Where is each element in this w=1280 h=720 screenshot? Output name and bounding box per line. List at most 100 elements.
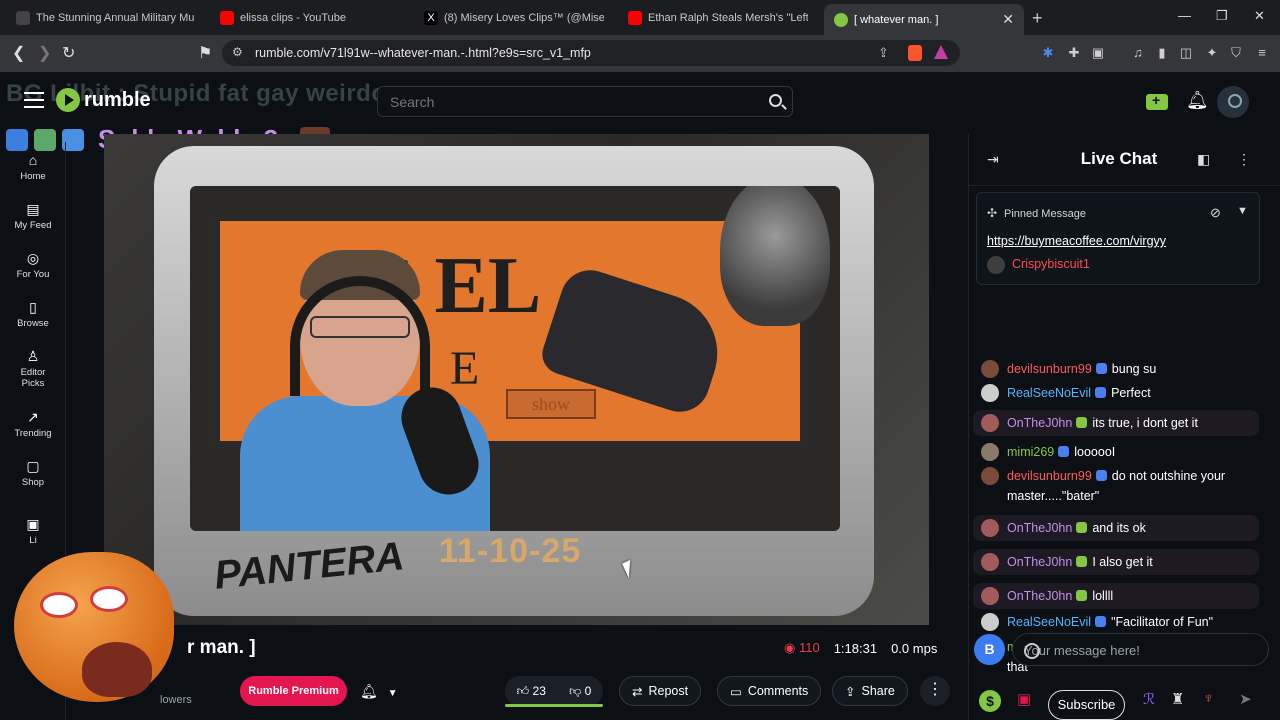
- subscribe-button[interactable]: Subscribe: [1048, 690, 1125, 720]
- wallet-icon[interactable]: ◫: [1178, 45, 1194, 61]
- home-icon: ⌂: [28, 152, 38, 168]
- video-frame: S EL E show 30: [190, 186, 840, 531]
- youtube-icon: [628, 10, 642, 25]
- chat-username[interactable]: mimi269: [1007, 445, 1054, 459]
- sidebar-item-label: Shop: [21, 477, 45, 488]
- chat-menu-icon[interactable]: ⋮: [1237, 151, 1251, 168]
- bookmark-icon[interactable]: ⚑: [198, 43, 212, 63]
- site-info-icon[interactable]: ⚙: [232, 45, 243, 59]
- send-icon[interactable]: ➤: [1239, 690, 1252, 708]
- user-avatar[interactable]: [1217, 86, 1249, 118]
- stream-stats: ◉ 110 1:18:31 0.0 mps: [784, 640, 937, 656]
- browse-icon: ▯: [29, 299, 37, 315]
- user-badge-icon: [1076, 590, 1088, 601]
- sidebar-item-home[interactable]: ⌂ Home: [0, 152, 66, 182]
- emoji-icon[interactable]: [1024, 643, 1040, 659]
- browser-tab-4[interactable]: Ethan Ralph Steals Mersh's "Leftover: [618, 4, 818, 31]
- sidebar-item-for-you[interactable]: ◎ For You: [0, 250, 66, 280]
- brave-shield-icon[interactable]: [908, 45, 922, 61]
- rant-icon[interactable]: $: [979, 690, 1001, 712]
- sidebar-item-trending[interactable]: ↗ Trending: [0, 409, 66, 439]
- vpn-icon[interactable]: ⛉: [1228, 45, 1244, 61]
- chat-username[interactable]: devilsunburn99: [1007, 469, 1092, 483]
- chat-message: RealSeeNoEvil Perfect: [981, 383, 1261, 403]
- screenshot-icon[interactable]: ▣: [1090, 45, 1106, 61]
- editor-picks-icon: ♙: [26, 348, 40, 364]
- comments-button[interactable]: ▭ Comments: [717, 676, 822, 706]
- brave-rewards-icon[interactable]: [934, 45, 948, 59]
- search-icon[interactable]: [769, 94, 782, 107]
- more-options-icon[interactable]: ⋮: [920, 676, 950, 706]
- trending-icon: ↗: [27, 409, 39, 425]
- chat-username[interactable]: RealSeeNoEvil: [1007, 386, 1091, 400]
- user-badge-icon: [1095, 363, 1107, 374]
- maximize-icon[interactable]: ❐: [1216, 8, 1228, 24]
- sidebar-item-shop[interactable]: ▢ Shop: [0, 458, 66, 488]
- notification-bell-dropdown[interactable]: 🔔︎ ▼: [360, 683, 398, 700]
- close-icon[interactable]: ✕: [1002, 11, 1014, 28]
- chat-username[interactable]: RealSeeNoEvil: [1007, 615, 1091, 629]
- address-bar[interactable]: ⚙ rumble.com/v71l91w--whatever-man.-.htm…: [222, 40, 960, 66]
- browser-tab-active[interactable]: [ whatever man. ] ✕: [824, 4, 1024, 35]
- video-player[interactable]: S EL E show 30 11-10-25 PANTERA: [104, 134, 929, 625]
- gift-icon[interactable]: ▣: [1017, 690, 1031, 708]
- browser-tab-2[interactable]: elissa clips - YouTube: [210, 4, 410, 31]
- emote-icon[interactable]: ♆: [1203, 690, 1214, 707]
- pinned-user[interactable]: Crispybiscuit1: [1012, 257, 1090, 271]
- back-icon[interactable]: ❮: [12, 43, 25, 63]
- pinned-link[interactable]: https://buymeacoffee.com/virgyy: [987, 234, 1166, 248]
- chat-message-input[interactable]: Your message here!: [1012, 633, 1269, 666]
- puzzle-icon[interactable]: ✚: [1066, 45, 1082, 61]
- thumbs-up-icon: 👍︎: [516, 683, 530, 698]
- share-button[interactable]: ⇪ Share: [832, 676, 908, 706]
- sidebar-item-label: Home: [20, 171, 46, 182]
- badge-icon[interactable]: ℛ: [1143, 690, 1155, 708]
- rumble-logo[interactable]: rumble: [56, 88, 151, 112]
- share-icon[interactable]: ⇪: [878, 45, 889, 61]
- search-box[interactable]: [377, 86, 793, 117]
- like-count: 23: [532, 683, 546, 698]
- music-icon[interactable]: ♫: [1130, 45, 1146, 61]
- chat-username[interactable]: OnTheJ0hn: [1007, 416, 1072, 430]
- close-window-icon[interactable]: ✕: [1254, 8, 1265, 24]
- chat-username[interactable]: OnTheJ0hn: [1007, 555, 1072, 569]
- browser-tab-3[interactable]: X (8) Misery Loves Clips™ (@MiseryClip: [414, 4, 614, 31]
- chat-username[interactable]: OnTheJ0hn: [1007, 589, 1072, 603]
- sidebar-item-label: Browse: [17, 318, 49, 329]
- vote-pill: 👍︎ 23 👎︎ 0: [505, 676, 603, 706]
- rumble-premium-button[interactable]: Rumble Premium: [240, 676, 347, 706]
- popout-icon[interactable]: ◧: [1197, 151, 1210, 168]
- new-tab-button[interactable]: +: [1032, 8, 1043, 29]
- chevron-down-icon[interactable]: ▼: [1237, 205, 1248, 217]
- sidebar-item-label: My Feed: [14, 220, 52, 231]
- sidebar-item-browse[interactable]: ▯ Browse: [0, 299, 66, 329]
- forward-icon[interactable]: ❯: [38, 43, 51, 63]
- sign-lettering: show: [506, 389, 596, 419]
- eye-icon: ◉: [784, 640, 796, 655]
- chat-username[interactable]: devilsunburn99: [1007, 362, 1092, 376]
- search-input[interactable]: [390, 94, 750, 110]
- sidebar-item-my-feed[interactable]: ▤ My Feed: [0, 201, 66, 231]
- hide-icon[interactable]: ⊘: [1210, 205, 1221, 221]
- extension-icon[interactable]: ✱: [1040, 45, 1056, 61]
- go-live-icon[interactable]: [1146, 92, 1168, 110]
- bell-icon[interactable]: 🔔︎: [1186, 90, 1209, 111]
- tab-title: elissa clips - YouTube: [240, 11, 346, 24]
- flag-icon[interactable]: ♜: [1171, 690, 1184, 708]
- hamburger-menu-icon[interactable]: [24, 92, 44, 108]
- repost-button[interactable]: ⇄ Repost: [619, 676, 702, 706]
- dislike-button[interactable]: 👎︎ 0: [569, 684, 591, 699]
- leo-icon[interactable]: ✦: [1204, 45, 1220, 61]
- menu-icon[interactable]: ≡: [1254, 45, 1270, 61]
- chat-message: OnTheJ0hn I also get it: [973, 549, 1259, 575]
- reload-icon[interactable]: ↻: [62, 43, 75, 63]
- chat-username[interactable]: OnTheJ0hn: [1007, 521, 1072, 535]
- browser-tab-1[interactable]: The Stunning Annual Military Mu: [6, 4, 206, 31]
- browser-tab-bar: The Stunning Annual Military Mu elissa c…: [0, 0, 1280, 35]
- chat-text: its true, i dont get it: [1092, 416, 1198, 430]
- like-button[interactable]: 👍︎ 23: [517, 684, 546, 699]
- sidebar-icon[interactable]: ▮: [1154, 45, 1170, 61]
- sidebar-item-editor-picks[interactable]: ♙ Editor Picks: [0, 348, 66, 389]
- pin-icon: ✣: [987, 206, 998, 220]
- minimize-icon[interactable]: —: [1178, 8, 1191, 23]
